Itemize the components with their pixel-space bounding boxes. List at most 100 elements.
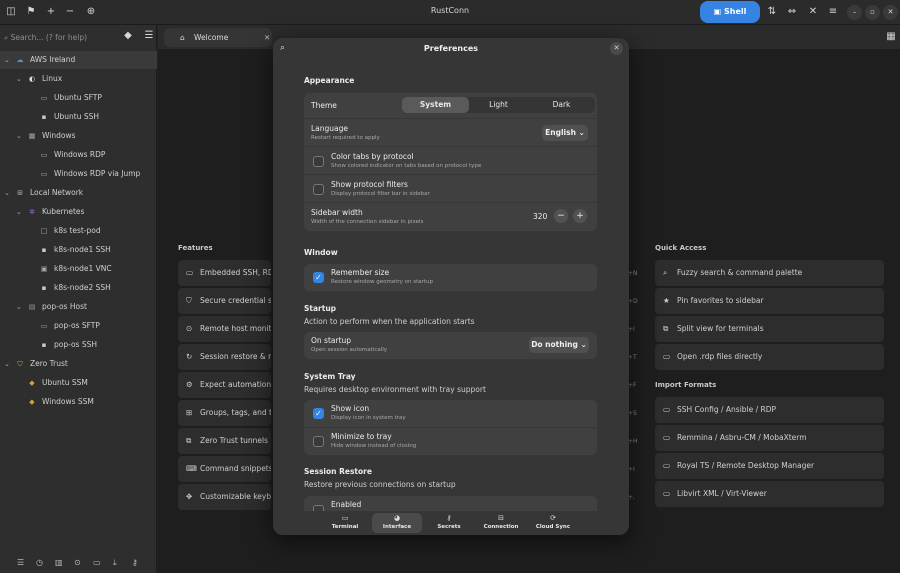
feature-icon: ⌨	[186, 464, 197, 473]
import-formats-title: Import Formats	[655, 381, 717, 389]
language-subtitle: Restart required to apply	[311, 135, 380, 141]
nav-terminal[interactable]: ▭ Terminal	[320, 513, 370, 533]
tree-item[interactable]: □ k8s test-pod	[0, 222, 157, 240]
tree-item[interactable]: ⌄ ⛉ Zero Trust	[0, 355, 157, 373]
tree-item[interactable]: ◆ Windows SSM	[0, 393, 157, 411]
folder-icon: ▭	[663, 433, 671, 442]
color-tabs-checkbox[interactable]	[313, 156, 324, 167]
clock-icon[interactable]: ◷	[36, 558, 43, 567]
feature-icon: ⊞	[186, 408, 193, 417]
quick-access-item[interactable]: ⧉ Split view for terminals	[655, 316, 884, 342]
nav-label: Terminal	[331, 524, 359, 530]
close-icon[interactable]: ✕	[610, 42, 623, 55]
search-input[interactable]: ⌕ Search... (? for help)	[4, 31, 120, 45]
download-icon[interactable]: ⤓	[113, 558, 117, 568]
chevron-down-icon: ⌄	[578, 128, 585, 137]
chevron-down-icon[interactable]: ⌄	[16, 127, 26, 145]
tree-item[interactable]: ▪ k8s-node1 SSH	[0, 241, 157, 259]
tree-item[interactable]: ◆ Ubuntu SSM	[0, 374, 157, 392]
folder-icon[interactable]: ▭	[93, 558, 101, 567]
tree-item[interactable]: ▭ pop-os SFTP	[0, 317, 157, 335]
tree-item[interactable]: ⌄ ▦ Windows	[0, 127, 157, 145]
chevron-down-icon[interactable]: ⌄	[4, 51, 14, 69]
tree-item[interactable]: ⌄ ▤ pop-os Host	[0, 298, 157, 316]
minimize-to-tray-checkbox[interactable]	[313, 436, 324, 447]
chevron-down-icon[interactable]: ⌄	[16, 203, 26, 221]
maximize-icon[interactable]: ▫	[865, 5, 880, 20]
stats-icon[interactable]: ▥	[55, 558, 63, 567]
sort-icon[interactable]: ⇅	[765, 5, 779, 19]
shell-button[interactable]: ▣ Shell	[700, 1, 760, 23]
terminal-icon: ▪	[41, 284, 47, 292]
increase-button[interactable]: +	[573, 209, 587, 223]
chevron-down-icon[interactable]: ⌄	[16, 70, 26, 88]
language-dropdown[interactable]: English ⌄	[542, 125, 588, 141]
sidebar-width-value[interactable]: 320	[533, 212, 547, 221]
divider	[304, 202, 597, 203]
info-icon[interactable]: ◆	[121, 29, 135, 43]
preferences-nav: ▭ Terminal ◕ Interface ⚷ Secrets ⊟ Connectio…	[273, 511, 629, 535]
tree-item-label: Linux	[42, 74, 63, 83]
chevron-down-icon[interactable]: ⌄	[4, 184, 14, 202]
tree-item[interactable]: ⌄ ✲ Kubernetes	[0, 203, 157, 221]
list-view-icon[interactable]: ☰	[17, 558, 24, 567]
tree-item[interactable]: ▪ pop-os SSH	[0, 336, 157, 354]
feature-label: Embedded SSH, RDP, V	[200, 268, 271, 277]
protocol-filters-label: Show protocol filters	[331, 180, 408, 189]
close-icon[interactable]: ✕	[883, 5, 898, 20]
nav-label: Cloud Sync	[535, 524, 571, 530]
import-format-label: Libvirt XML / Virt-Viewer	[677, 489, 767, 498]
tree-item-label: Windows	[42, 131, 76, 140]
theme-dark-button[interactable]: Dark	[528, 97, 595, 113]
quick-access-item[interactable]: ⌕ Fuzzy search & command palette	[655, 260, 884, 286]
tree-item[interactable]: ▭ Windows RDP	[0, 146, 157, 164]
nav-connection[interactable]: ⊟ Connection	[476, 513, 526, 533]
menu-icon[interactable]: ≡	[826, 5, 840, 19]
nav-cloud-sync[interactable]: ⟳ Cloud Sync	[528, 513, 578, 533]
list-icon[interactable]: ☰	[142, 29, 156, 43]
terminal-icon: ▪	[41, 246, 47, 254]
chevron-down-icon[interactable]: ⌄	[4, 355, 14, 373]
tree-item[interactable]: ▪ k8s-node2 SSH	[0, 279, 157, 297]
import-format-label: Remmina / Asbru-CM / MobaXterm	[677, 433, 807, 442]
chevron-down-icon[interactable]: ⌄	[16, 298, 26, 316]
tab-close-icon[interactable]: ✕	[264, 28, 270, 47]
import-format-item: ▭ SSH Config / Ansible / RDP	[655, 397, 884, 423]
show-icon-checkbox[interactable]: ✓	[313, 408, 324, 419]
quick-access-item[interactable]: ▭ Open .rdp files directly	[655, 344, 884, 370]
on-startup-dropdown[interactable]: Do nothing ⌄	[529, 337, 589, 353]
tree-item[interactable]: ▣ k8s-node1 VNC	[0, 260, 157, 278]
theme-system-button[interactable]: System	[402, 97, 469, 113]
nav-interface[interactable]: ◕ Interface	[372, 513, 422, 533]
sidebar-width-subtitle: Width of the connection sidebar in pixel…	[311, 219, 424, 225]
tab-home-icon: ⌂	[180, 33, 185, 42]
terminal-icon: ▣	[713, 7, 724, 16]
tree-item[interactable]: ▪ Ubuntu SSH	[0, 108, 157, 126]
protocol-filters-checkbox[interactable]	[313, 184, 324, 195]
tree-item[interactable]: ▭ Windows RDP via Jump	[0, 165, 157, 183]
quick-access-item[interactable]: ★ Pin favorites to sidebar	[655, 288, 884, 314]
decrease-button[interactable]: −	[554, 209, 568, 223]
key-icon[interactable]: ⚷	[132, 558, 138, 567]
minimize-icon[interactable]: –	[847, 5, 862, 20]
tab-welcome[interactable]: ⌂ Welcome ✕	[164, 28, 272, 47]
show-icon-subtitle: Display icon in system tray	[331, 415, 406, 421]
remember-size-checkbox[interactable]: ✓	[313, 272, 324, 283]
split-icon[interactable]: ⇔	[785, 5, 799, 19]
shield-icon: ⛉	[17, 360, 23, 368]
theme-light-button[interactable]: Light	[469, 97, 528, 113]
nav-secrets[interactable]: ⚷ Secrets	[424, 513, 474, 533]
tree-item[interactable]: ⌄ ⊞ Local Network	[0, 184, 157, 202]
tree-item[interactable]: ⌄ ◐ Linux	[0, 70, 157, 88]
feature-icon: ⊙	[186, 324, 193, 333]
palette-icon: ◕	[393, 514, 401, 522]
tree-item-label: Ubuntu SSM	[42, 378, 88, 387]
show-icon-label: Show icon	[331, 404, 370, 413]
tree-item[interactable]: ⌄ ☁ AWS Ireland	[0, 51, 157, 69]
tree-item[interactable]: ▭ Ubuntu SFTP	[0, 89, 157, 107]
startup-subtitle: Action to perform when the application s…	[304, 317, 475, 326]
tools-icon[interactable]: ✕	[806, 5, 820, 19]
grid-icon[interactable]: ▦	[884, 30, 898, 44]
shortcut-hint: +H	[628, 438, 638, 445]
history-icon[interactable]: ⊙	[74, 558, 81, 567]
